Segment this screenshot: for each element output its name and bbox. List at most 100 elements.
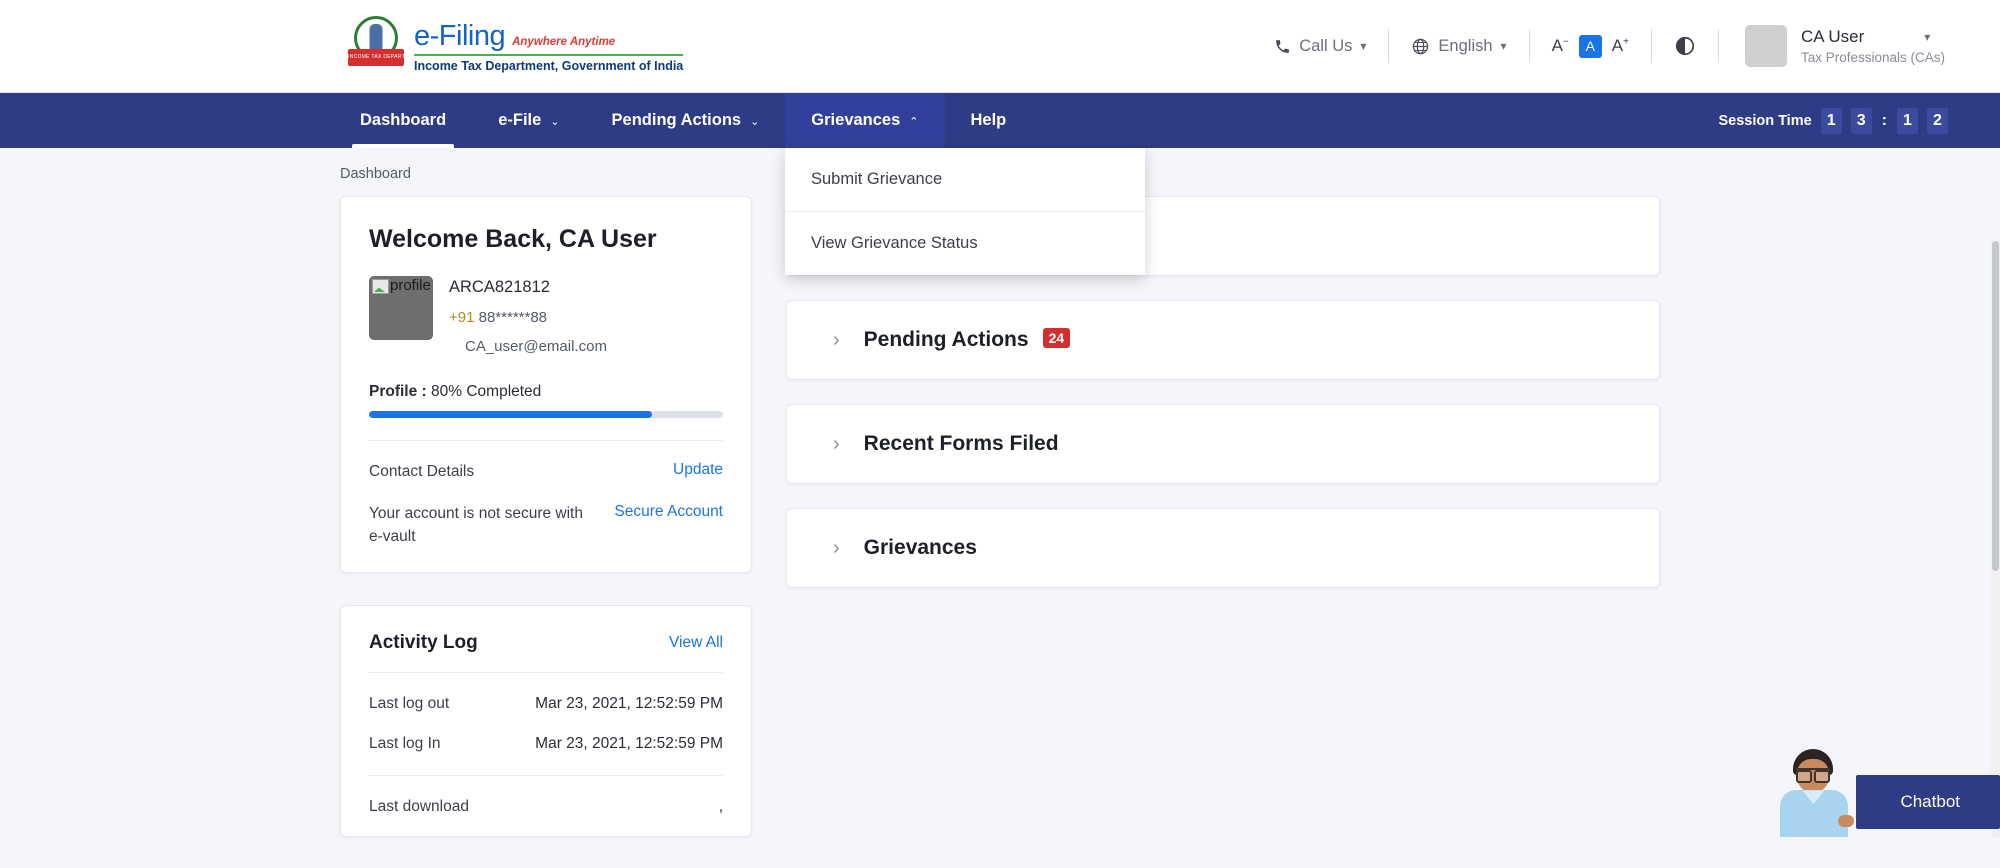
- nav-item-dashboard[interactable]: Dashboard: [334, 93, 472, 148]
- activity-log-card: Activity Log View All Last log out Mar 2…: [340, 605, 752, 837]
- accordion-pending-actions[interactable]: › Pending Actions 24: [786, 300, 1660, 380]
- profile-completion-key: Profile :: [369, 383, 427, 400]
- session-digit-1: 1: [1821, 108, 1842, 134]
- account-security-text: Your account is not secure with e-vault: [369, 503, 598, 548]
- chevron-down-icon: ▾: [1360, 39, 1366, 53]
- nav-items: Dashboard e-File ⌄ Pending Actions ⌄ Gri…: [334, 93, 1032, 148]
- welcome-prefix: Welcome Back,: [369, 225, 552, 253]
- accordion-title: Recent Forms Filed: [864, 432, 1059, 456]
- session-digit-3: 1: [1897, 108, 1918, 134]
- chatbot-avatar-icon: [1770, 745, 1856, 837]
- chevron-down-icon: ⌄: [750, 115, 759, 128]
- phone-icon: [1274, 38, 1291, 55]
- nav-item-grievances[interactable]: Grievances ⌃: [785, 93, 944, 148]
- chatbot-widget[interactable]: Chatbot: [1770, 745, 2000, 837]
- profile-progress-bar: [369, 411, 723, 418]
- contrast-icon: [1674, 35, 1696, 57]
- chevron-down-icon[interactable]: ▾: [1924, 30, 1930, 44]
- nav-label: Help: [971, 111, 1007, 130]
- chatbot-button[interactable]: Chatbot: [1856, 775, 2000, 829]
- breadcrumb[interactable]: Dashboard: [340, 148, 2000, 196]
- divider: [369, 672, 723, 673]
- chevron-right-icon: ›: [833, 538, 840, 558]
- scrollbar-thumb[interactable]: [1992, 241, 1999, 571]
- phone-masked: 88******88: [479, 309, 547, 326]
- contact-details-row: Contact Details Update: [369, 461, 723, 483]
- user-name: CA User: [1801, 27, 1864, 47]
- chevron-right-icon: ›: [833, 330, 840, 350]
- font-normal-button[interactable]: A: [1579, 35, 1602, 58]
- accordion-grievances[interactable]: › Grievances: [786, 508, 1660, 588]
- grievances-dropdown-menu: Submit Grievance View Grievance Status: [785, 148, 1145, 275]
- chevron-down-icon: ▾: [1501, 39, 1507, 53]
- activity-value: ,: [719, 798, 723, 816]
- language-selector[interactable]: English ▾: [1389, 37, 1528, 56]
- nav-label: Dashboard: [360, 111, 446, 130]
- header-right-controls: Call Us ▾ English ▾ A− A A+: [1252, 25, 1945, 67]
- nav-item-efile[interactable]: e-File ⌄: [472, 93, 585, 148]
- activity-log-title: Activity Log: [369, 632, 478, 654]
- nav-label: Grievances: [811, 111, 900, 130]
- user-profile-menu[interactable]: CA User ▾ Tax Professionals (CAs): [1719, 25, 1945, 67]
- activity-value: Mar 23, 2021, 12:52:59 PM: [535, 695, 723, 713]
- update-contact-link[interactable]: Update: [673, 461, 723, 479]
- logo-subtitle: Income Tax Department, Government of Ind…: [414, 59, 683, 73]
- site-logo[interactable]: INCOME TAX DEPARTMENT e-Filing Anywhere …: [348, 16, 683, 76]
- activity-log-row: Last log out Mar 23, 2021, 12:52:59 PM: [369, 695, 723, 713]
- session-timer: Session Time 1 3 : 1 2: [1718, 93, 1948, 148]
- left-column: Welcome Back, CA User profile ARCA821812…: [340, 196, 752, 837]
- profile-card: Welcome Back, CA User profile ARCA821812…: [340, 196, 752, 573]
- welcome-user-name: CA User: [559, 225, 657, 253]
- activity-label: Last download: [369, 798, 469, 816]
- accordion-recent-forms-filed[interactable]: › Recent Forms Filed: [786, 404, 1660, 484]
- phone-number: +91 88******88: [449, 309, 607, 326]
- font-increase-button[interactable]: A+: [1612, 36, 1629, 56]
- chevron-down-icon: ⌄: [550, 115, 559, 128]
- activity-value: Mar 23, 2021, 12:52:59 PM: [535, 735, 723, 753]
- account-security-row: Your account is not secure with e-vault …: [369, 503, 723, 548]
- font-decrease-button[interactable]: A−: [1552, 36, 1569, 56]
- user-role: Tax Professionals (CAs): [1801, 50, 1945, 65]
- activity-label: Last log out: [369, 695, 449, 713]
- secure-account-link[interactable]: Secure Account: [614, 503, 723, 521]
- profile-progress-fill: [369, 411, 652, 418]
- accordion-title: Grievances: [864, 536, 977, 560]
- nav-label: Pending Actions: [612, 111, 742, 130]
- avatar: [1745, 25, 1787, 67]
- call-us-menu[interactable]: Call Us ▾: [1252, 37, 1388, 56]
- contact-details-label: Contact Details: [369, 461, 474, 483]
- menu-item-submit-grievance[interactable]: Submit Grievance: [785, 148, 1145, 211]
- language-label: English: [1438, 37, 1492, 56]
- globe-icon: [1411, 37, 1430, 56]
- welcome-heading: Welcome Back, CA User: [369, 225, 723, 254]
- session-digit-4: 2: [1927, 108, 1948, 134]
- nav-item-help[interactable]: Help: [945, 93, 1033, 148]
- national-emblem-icon: INCOME TAX DEPARTMENT: [348, 16, 404, 76]
- activity-log-row: Last download ,: [369, 798, 723, 816]
- nav-item-pending-actions[interactable]: Pending Actions ⌄: [586, 93, 786, 148]
- call-us-label: Call Us: [1299, 37, 1352, 56]
- logo-brand: e-Filing: [414, 20, 505, 53]
- profile-photo-broken-image: profile: [369, 276, 433, 340]
- session-timer-label: Session Time: [1718, 113, 1811, 129]
- session-digit-2: 3: [1851, 108, 1872, 134]
- email-address: CA_user@email.com: [449, 338, 607, 355]
- top-header: INCOME TAX DEPARTMENT e-Filing Anywhere …: [0, 0, 2000, 93]
- logo-tagline: Anywhere Anytime: [512, 36, 615, 48]
- dashboard-content: Welcome Back, CA User profile ARCA821812…: [340, 196, 1660, 837]
- profile-photo-alt-text: profile: [390, 277, 431, 294]
- phone-country-code: +91: [449, 309, 474, 326]
- divider: [369, 440, 723, 441]
- pending-actions-count-badge: 24: [1043, 328, 1071, 348]
- pan-number: ARCA821812: [449, 278, 607, 297]
- contrast-toggle-button[interactable]: [1652, 35, 1718, 57]
- chevron-up-icon: ⌃: [909, 115, 918, 128]
- profile-completion-value: 80% Completed: [431, 383, 541, 400]
- activity-label: Last log In: [369, 735, 441, 753]
- emblem-ribbon-text: INCOME TAX DEPARTMENT: [348, 49, 404, 66]
- logo-text: e-Filing Anywhere Anytime Income Tax Dep…: [414, 20, 683, 73]
- activity-log-view-all-link[interactable]: View All: [669, 634, 723, 652]
- session-colon: :: [1882, 112, 1887, 130]
- profile-completion-label: Profile : 80% Completed: [369, 383, 723, 401]
- menu-item-view-grievance-status[interactable]: View Grievance Status: [785, 211, 1145, 275]
